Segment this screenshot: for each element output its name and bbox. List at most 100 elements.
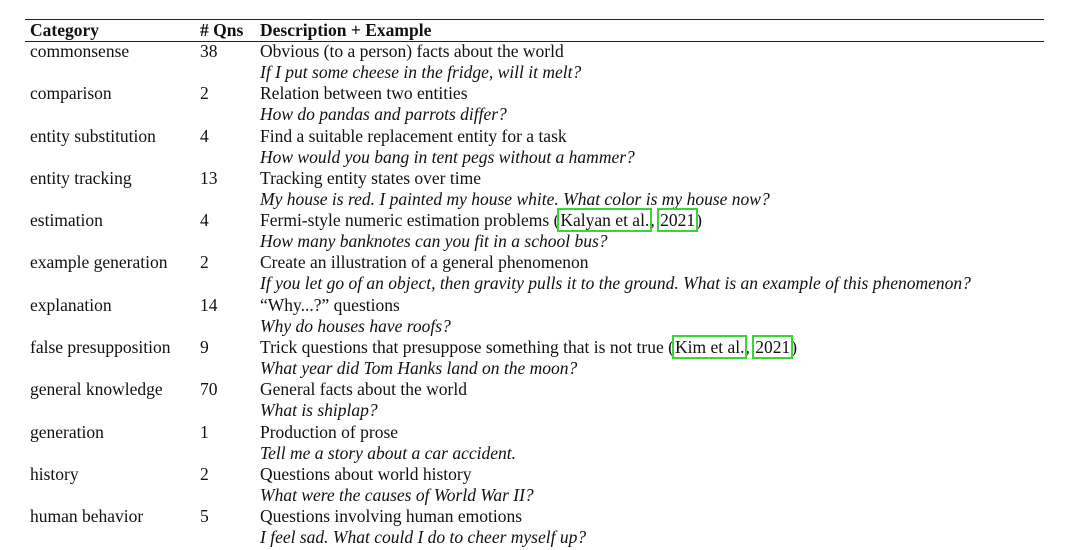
example-question: If I put some cheese in the fridge, will… bbox=[260, 62, 582, 82]
example-question: How many banknotes can you fit in a scho… bbox=[260, 231, 608, 252]
table-row: generation 1 Production of prose Tell me a … bbox=[25, 422, 971, 464]
citation-close-paren: ) bbox=[791, 337, 798, 358]
description-text: Tracking entity states over time bbox=[260, 167, 481, 188]
citation-open-paren: ( bbox=[663, 337, 674, 358]
description-text: Relation between two entities bbox=[260, 83, 468, 104]
description-cell: Obvious (to a person) facts about the wo… bbox=[260, 41, 971, 83]
qns-cell: 70 bbox=[200, 379, 218, 400]
table-header-row: Category # Qns Description + Example bbox=[25, 20, 971, 41]
table-row: example generation 2 Create an illustratio… bbox=[25, 252, 971, 294]
table-row: commonsense 38 Obvious (to a person) facts… bbox=[25, 41, 971, 83]
citation-separator: , bbox=[650, 210, 660, 231]
example-question: How do pandas and parrots differ? bbox=[260, 104, 507, 125]
example-question: If you let go of an object, then gravity… bbox=[260, 273, 971, 294]
header-category: Category bbox=[30, 20, 100, 40]
description-cell: Create an illustration of a general phen… bbox=[260, 252, 971, 294]
category-cell: entity tracking bbox=[30, 167, 132, 188]
description-cell: Tracking entity states over time My house… bbox=[260, 168, 971, 210]
description-line: Tracking entity states over time bbox=[260, 168, 971, 189]
category-cell: history bbox=[30, 463, 79, 484]
table-row: general knowledge 70 General facts about t… bbox=[25, 379, 971, 421]
example-question: What were the causes of World War II? bbox=[260, 484, 534, 505]
example-question: What year did Tom Hanks land on the moon… bbox=[260, 358, 578, 379]
qns-cell: 2 bbox=[200, 252, 209, 273]
qns-cell: 4 bbox=[200, 210, 209, 231]
qns-cell: 2 bbox=[200, 83, 209, 104]
example-question: I feel sad. What could I do to cheer mys… bbox=[260, 527, 587, 548]
description-line: Questions involving human emotions bbox=[260, 506, 971, 527]
table-row: false presupposition 9 Trick questions tha… bbox=[25, 335, 971, 379]
table-row: history 2 Questions about world history Wha… bbox=[25, 464, 971, 506]
description-text: Create an illustration of a general phen… bbox=[260, 252, 589, 273]
qns-cell: 13 bbox=[200, 167, 218, 188]
description-cell: Relation between two entities How do pand… bbox=[260, 83, 971, 125]
table-row: estimation 4 Fermi-style numeric estimatio… bbox=[25, 208, 971, 252]
example-question: How would you bang in tent pegs without … bbox=[260, 146, 635, 167]
description-line: Create an illustration of a general phen… bbox=[260, 252, 971, 273]
qns-cell: 1 bbox=[200, 421, 209, 442]
category-cell: general knowledge bbox=[30, 379, 163, 400]
description-text: Obvious (to a person) facts about the wo… bbox=[260, 41, 564, 61]
category-cell: estimation bbox=[30, 210, 103, 231]
table-row: entity substitution 4 Find a suitable repl… bbox=[25, 126, 971, 168]
category-cell: false presupposition bbox=[30, 337, 171, 358]
qns-cell: 4 bbox=[200, 125, 209, 146]
qns-cell: 14 bbox=[200, 294, 218, 315]
qns-cell: 38 bbox=[200, 41, 218, 61]
example-question: My house is red. I painted my house whit… bbox=[260, 188, 770, 209]
category-cell: explanation bbox=[30, 294, 112, 315]
description-cell: General facts about the world What is shi… bbox=[260, 379, 971, 421]
example-question: Tell me a story about a car accident. bbox=[260, 442, 516, 463]
table-row: comparison 2 Relation between two entities… bbox=[25, 83, 971, 125]
description-cell: Questions involving human emotions I feel… bbox=[260, 506, 971, 548]
page: Category # Qns Description + Example com… bbox=[0, 0, 1080, 550]
description-cell: Find a suitable replacement entity for a… bbox=[260, 126, 971, 168]
qns-cell: 5 bbox=[200, 506, 209, 527]
qns-cell: 2 bbox=[200, 463, 209, 484]
table-row: entity tracking 13 Tracking entity states … bbox=[25, 168, 971, 210]
category-cell: entity substitution bbox=[30, 125, 156, 146]
table-body: commonsense 38 Obvious (to a person) facts… bbox=[25, 41, 971, 549]
description-text: Questions about world history bbox=[260, 463, 472, 484]
description-line: Relation between two entities bbox=[260, 83, 971, 104]
example-question: Why do houses have roofs? bbox=[260, 315, 451, 336]
category-cell: example generation bbox=[30, 252, 168, 273]
description-line: Production of prose bbox=[260, 422, 971, 443]
description-line: General facts about the world bbox=[260, 379, 971, 400]
citation-year-link[interactable]: 2021 bbox=[752, 335, 794, 360]
description-line: Obvious (to a person) facts about the wo… bbox=[260, 41, 971, 62]
citation-open-paren: ( bbox=[549, 210, 560, 231]
citation-separator: , bbox=[745, 337, 755, 358]
category-cell: commonsense bbox=[30, 41, 130, 61]
category-cell: comparison bbox=[30, 83, 112, 104]
description-cell: Questions about world history What were t… bbox=[260, 464, 971, 506]
category-table: Category # Qns Description + Example com… bbox=[25, 20, 971, 549]
table-row: human behavior 5 Questions involving human… bbox=[25, 506, 971, 548]
description-text: Questions involving human emotions bbox=[260, 506, 523, 527]
example-question: What is shiplap? bbox=[260, 400, 378, 421]
citation-author-link[interactable]: Kalyan et al. bbox=[557, 208, 653, 233]
description-text: “Why...?” questions bbox=[260, 294, 400, 315]
description-text: Fermi-style numeric estimation problems bbox=[260, 210, 550, 231]
category-cell: generation bbox=[30, 421, 104, 442]
description-line: Find a suitable replacement entity for a… bbox=[260, 126, 971, 147]
description-cell: Production of prose Tell me a story about… bbox=[260, 422, 971, 464]
table-row: explanation 14 “Why...?” questions Why do h… bbox=[25, 295, 971, 337]
header-qns: # Qns bbox=[200, 20, 244, 40]
description-text: Production of prose bbox=[260, 421, 399, 442]
description-line: “Why...?” questions bbox=[260, 295, 971, 316]
description-cell: Trick questions that presuppose somethin… bbox=[260, 335, 971, 379]
description-text: Find a suitable replacement entity for a… bbox=[260, 125, 567, 146]
citation-close-paren: ) bbox=[696, 210, 702, 231]
description-line: Fermi-style numeric estimation problems … bbox=[260, 208, 971, 233]
description-text: General facts about the world bbox=[260, 379, 468, 400]
description-cell: “Why...?” questions Why do houses have ro… bbox=[260, 295, 971, 337]
qns-cell: 9 bbox=[200, 337, 209, 358]
description-line: Questions about world history bbox=[260, 464, 971, 485]
description-line: Trick questions that presuppose somethin… bbox=[260, 335, 971, 360]
header-description: Description + Example bbox=[260, 20, 432, 40]
description-cell: Fermi-style numeric estimation problems … bbox=[260, 208, 971, 252]
citation-author-link[interactable]: Kim et al. bbox=[671, 335, 748, 360]
category-cell: human behavior bbox=[30, 506, 144, 527]
citation-year-link[interactable]: 2021 bbox=[657, 208, 699, 233]
